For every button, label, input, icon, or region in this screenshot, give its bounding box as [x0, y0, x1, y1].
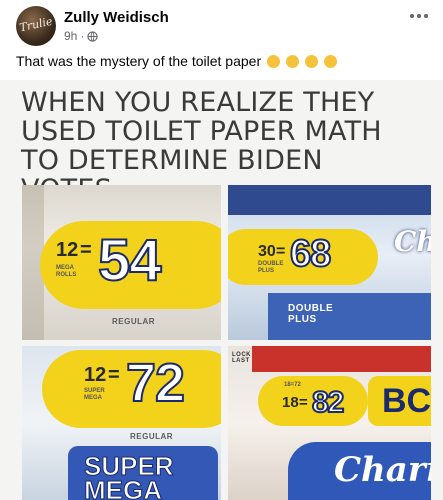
package-label: 12 = 54 MEGA ROLLS — [40, 221, 221, 309]
equals-sign: = — [276, 243, 286, 260]
package-top — [228, 185, 431, 215]
meta-separator: · — [80, 29, 85, 43]
roll-tag: SUPER MEGA — [84, 388, 105, 401]
meme-image[interactable]: WHEN YOU REALIZE THEY USED TOILET PAPER … — [0, 80, 443, 500]
equals-sign: = — [108, 364, 120, 386]
brand-logo: Charr — [334, 450, 431, 490]
equals-sign: = — [299, 394, 308, 411]
avatar[interactable]: Trulie — [16, 6, 56, 46]
roll-type: DOUBLE PLUS — [288, 303, 334, 325]
caption-text: That was the mystery of the toilet paper — [16, 53, 262, 69]
meme-panel-4: LOCK LAST 18=72 18 = 82 BC Charr — [228, 346, 431, 500]
post-header: Trulie Zully Weidisch 9h · — [0, 0, 443, 52]
roll-type: REGULAR — [112, 317, 156, 326]
package-label-2: BC — [368, 376, 431, 426]
post-meta: 9h · — [64, 29, 99, 43]
brand-logo: Ch — [394, 225, 431, 258]
roll-count: 12 — [56, 239, 79, 261]
lock-label: LOCK LAST — [232, 352, 251, 364]
laughing-emoji — [323, 55, 337, 68]
grinning-sweat-emoji — [285, 55, 299, 68]
package-top — [252, 346, 431, 372]
equivalent-count: 82 — [311, 385, 345, 420]
equals-sign: = — [80, 239, 92, 261]
meme-panel-3: 12 = 72 SUPER MEGA REGULAR SUPER MEGA — [22, 346, 221, 500]
roll-count: 12 — [84, 364, 107, 386]
post-time[interactable]: 9h — [64, 29, 77, 43]
package-label: 30 = 68 DOUBLE PLUS — [228, 229, 378, 285]
meme-panel-1: 12 = 54 MEGA ROLLS REGULAR — [22, 185, 221, 340]
package-label: 12 = 72 SUPER MEGA — [42, 350, 221, 428]
post-caption: That was the mystery of the toilet paper — [16, 53, 337, 69]
roll-tag: MEGA ROLLS — [56, 265, 77, 278]
roll-count: 30 — [258, 243, 276, 260]
more-options-icon[interactable] — [405, 6, 433, 26]
equivalent-count: 54 — [97, 227, 162, 294]
author-name[interactable]: Zully Weidisch — [64, 9, 169, 26]
avatar-signature: Trulie — [18, 14, 54, 35]
roll-tag: DOUBLE PLUS — [258, 261, 284, 274]
globe-icon[interactable] — [87, 30, 99, 42]
roll-count: 18 — [282, 394, 299, 411]
rolling-laughing-emoji — [267, 55, 281, 68]
roll-type: REGULAR — [130, 432, 174, 441]
roll-type-badge: SUPER MEGA — [84, 451, 175, 500]
package-label: 18=72 18 = 82 — [258, 376, 368, 426]
brand-word: BC — [382, 382, 431, 420]
equivalent-count: 68 — [289, 232, 332, 276]
grinning-emoji — [304, 55, 318, 68]
meme-panel-2: 30 = 68 DOUBLE PLUS Ch DOUBLE PLUS — [228, 185, 431, 340]
equivalent-count: 72 — [125, 352, 186, 414]
